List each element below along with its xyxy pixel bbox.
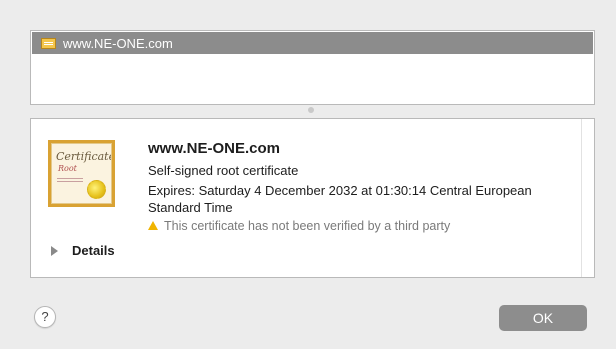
warning-text: This certificate has not been verified b… bbox=[164, 219, 451, 233]
certificate-icon bbox=[41, 37, 56, 49]
certificate-large-icon: Certificate Root bbox=[48, 140, 115, 207]
certificate-list-item-label: www.NE-ONE.com bbox=[63, 35, 173, 51]
certificate-details-panel: Certificate Root www.NE-ONE.com Self-sig… bbox=[30, 118, 595, 278]
certificate-icon-lines bbox=[57, 178, 83, 179]
certificate-icon-script: Certificate bbox=[56, 150, 112, 163]
certificate-title: www.NE-ONE.com bbox=[148, 140, 280, 157]
disclosure-triangle-icon[interactable] bbox=[51, 245, 58, 256]
pane-splitter[interactable] bbox=[30, 105, 595, 115]
certificate-icon-root: Root bbox=[58, 164, 77, 173]
details-divider bbox=[581, 119, 582, 277]
warning-triangle-icon bbox=[148, 220, 158, 230]
certificate-list-item[interactable]: www.NE-ONE.com bbox=[32, 32, 593, 54]
splitter-handle[interactable] bbox=[308, 107, 314, 113]
seal-icon bbox=[87, 180, 106, 199]
certificate-expiry: Expires: Saturday 4 December 2032 at 01:… bbox=[148, 183, 532, 215]
certificate-type: Self-signed root certificate bbox=[148, 163, 299, 178]
ok-button[interactable]: OK bbox=[499, 305, 587, 331]
details-label[interactable]: Details bbox=[72, 243, 115, 258]
details-disclosure[interactable]: Details bbox=[51, 243, 115, 258]
certificate-warning: This certificate has not been verified b… bbox=[148, 219, 450, 233]
certificate-list[interactable]: www.NE-ONE.com bbox=[30, 30, 595, 105]
help-button[interactable]: ? bbox=[34, 306, 56, 328]
